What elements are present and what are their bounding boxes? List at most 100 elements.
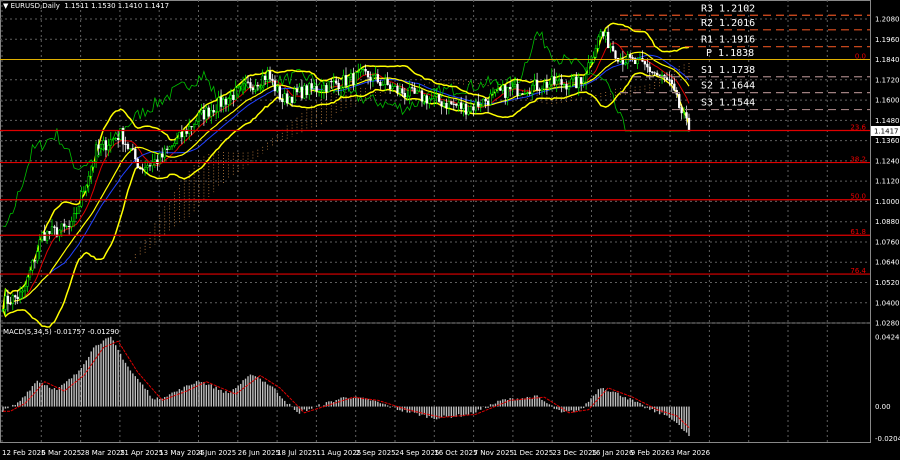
candle-body — [126, 143, 130, 149]
candle-body — [651, 71, 654, 73]
candle-body — [511, 86, 514, 90]
macd-histogram-bar — [605, 390, 607, 407]
macd-histogram-bar — [573, 406, 575, 413]
macd-histogram-bar — [519, 399, 521, 407]
macd-histogram-bar — [472, 406, 475, 414]
macd-histogram-bar — [578, 406, 580, 411]
candle-body — [653, 72, 656, 74]
macd-histogram-bar — [543, 401, 546, 407]
pivot-label: S2 1.1644 — [701, 81, 755, 92]
candle-body — [298, 86, 301, 93]
price-axis-label: 1.1120 — [875, 178, 900, 186]
candle-body — [141, 168, 144, 170]
macd-histogram-bar — [203, 382, 205, 407]
candle-body — [496, 88, 500, 90]
macd-histogram-bar — [671, 406, 673, 420]
candle-body — [580, 77, 583, 84]
macd-histogram-bar — [382, 403, 384, 407]
macd-histogram-bar — [164, 397, 166, 407]
candle-body — [570, 78, 573, 88]
collapse-triangle-icon[interactable]: ▼ — [3, 2, 11, 10]
candle-body — [50, 226, 54, 234]
pivot-label: S3 1.1544 — [701, 98, 755, 109]
candle-body — [229, 94, 232, 99]
candle-body — [266, 71, 269, 81]
time-axis-label: 18 Jul 2025 — [277, 449, 317, 457]
candle-body — [237, 86, 240, 88]
candle-body — [94, 144, 98, 162]
macd-histogram-bar — [435, 406, 438, 420]
candle-body — [352, 73, 355, 85]
candle-body — [75, 213, 78, 215]
candle-body — [518, 93, 522, 96]
price-axis-label: 1.1960 — [875, 36, 900, 44]
chart-header: ▼ EURUSD,Daily 1.1511 1.1530 1.1410 1.14… — [3, 2, 169, 10]
candle-body — [104, 140, 108, 151]
candle-body — [477, 101, 480, 107]
candle-body — [491, 91, 495, 95]
macd-histogram-bar — [186, 385, 188, 407]
macd-histogram-bar — [622, 397, 624, 407]
candle-body — [99, 144, 103, 149]
chart-canvas[interactable]: 0.0 23.6 38.2 50.0 61.8 76.4 R3 1.2102 R2 1.201… — [0, 0, 900, 460]
candle-body — [175, 137, 179, 144]
price-axis-label: 1.0760 — [875, 238, 900, 246]
candle-body — [305, 85, 308, 95]
candle-body — [43, 232, 46, 241]
candle-body — [597, 36, 600, 49]
candle-body — [437, 94, 441, 102]
candle-body — [335, 80, 338, 84]
macd-histogram-bar — [511, 398, 514, 407]
macd-histogram-bar — [384, 404, 386, 407]
macd-histogram-bar — [75, 374, 78, 407]
candle-body — [337, 82, 340, 90]
candle-body — [685, 112, 688, 119]
candle-body — [161, 153, 164, 158]
macd-histogram-bar — [200, 382, 203, 407]
candle-body — [70, 220, 73, 227]
candle-body — [381, 84, 384, 86]
candle-body — [249, 82, 252, 88]
macd-histogram-bar — [639, 403, 641, 407]
pivot-label: P 1.1838 — [706, 48, 754, 59]
macd-histogram-bar — [431, 406, 433, 418]
candle-body — [136, 158, 139, 169]
macd-histogram-bar — [293, 406, 296, 410]
candle-body — [582, 81, 585, 84]
candle-body — [322, 85, 326, 91]
macd-histogram-bar — [281, 398, 283, 407]
candle-body — [97, 144, 100, 149]
macd-histogram-bar — [644, 406, 646, 409]
macd-histogram-bar — [668, 406, 671, 418]
candle-body — [77, 205, 81, 214]
candle-body — [538, 89, 541, 91]
macd-histogram-bar — [58, 387, 61, 407]
macd-histogram-bar — [570, 406, 573, 411]
macd-histogram-bar — [156, 397, 159, 407]
macd-histogram-bar — [315, 406, 318, 407]
macd-histogram-bar — [654, 406, 656, 413]
candle-body — [139, 167, 142, 170]
macd-histogram-bar — [303, 406, 306, 410]
macd-histogram-bar — [433, 406, 435, 420]
kijun-line — [2, 54, 690, 310]
candle-body — [114, 138, 117, 140]
macd-histogram-bar — [68, 378, 70, 407]
candle-body — [131, 148, 134, 150]
candle-body — [148, 165, 152, 167]
time-axis-label: 23 Dec 2025 — [552, 449, 597, 457]
macd-histogram-bar — [465, 406, 467, 415]
macd-axis-label: 0.00 — [875, 403, 891, 411]
candle-body — [614, 50, 617, 59]
candle-body — [484, 98, 487, 102]
macd-histogram-bar — [607, 391, 609, 407]
macd-histogram-bar — [609, 391, 612, 407]
candle-body — [567, 86, 571, 90]
macd-histogram-bar — [426, 406, 428, 418]
candle-body — [200, 110, 203, 114]
candle-body — [445, 102, 448, 108]
macd-histogram-bar — [538, 397, 541, 407]
candle-body — [418, 90, 421, 92]
macd-histogram-bar — [284, 400, 286, 407]
candle-body — [222, 99, 225, 107]
